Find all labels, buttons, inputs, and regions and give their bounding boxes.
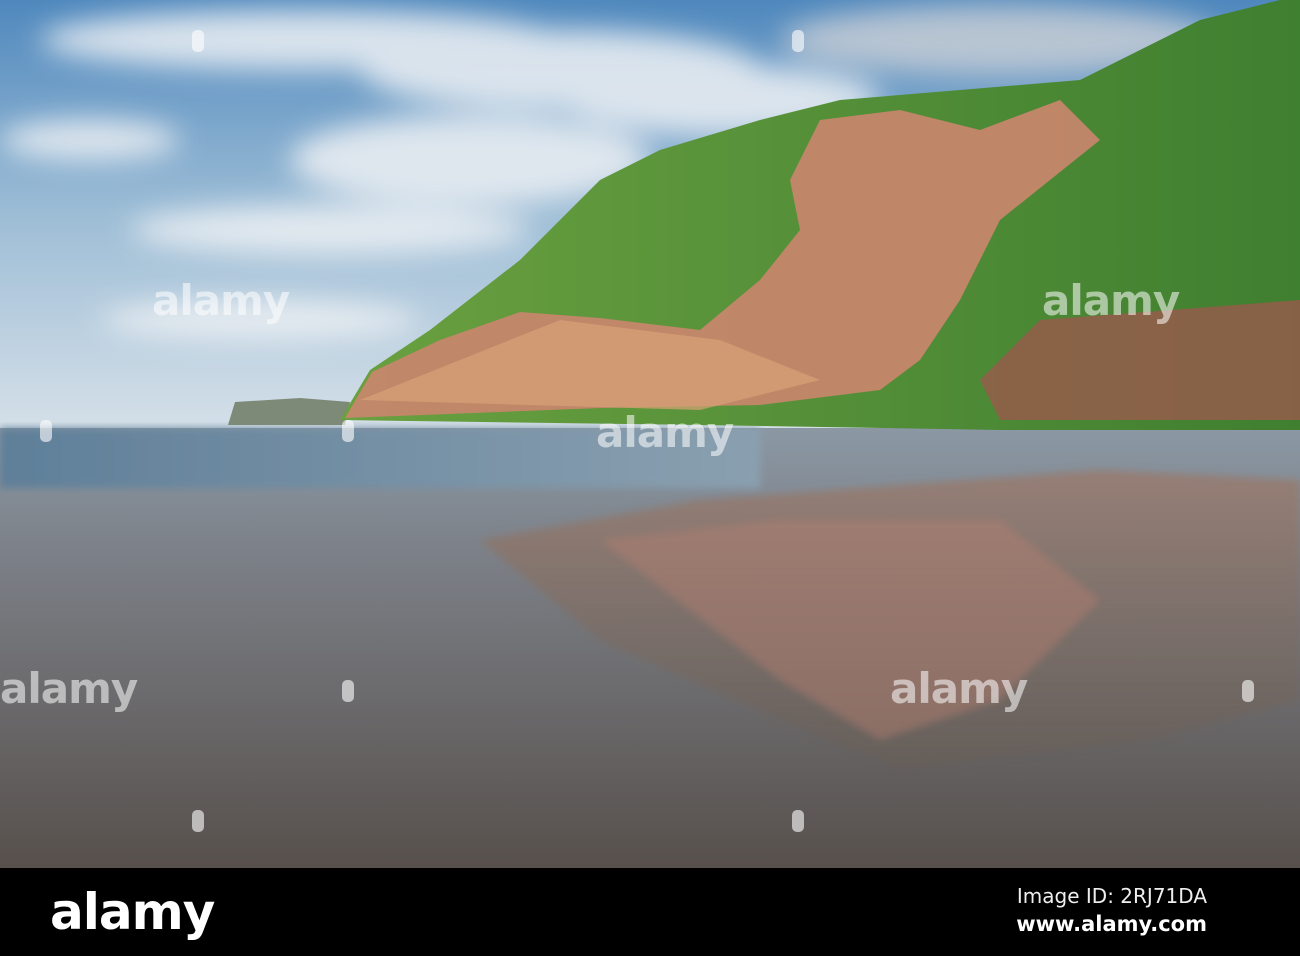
watermark-logo: alamy	[0, 664, 138, 713]
watermark-mark	[792, 810, 804, 832]
image-id: Image ID: 2RJ71DA	[1016, 884, 1207, 908]
distant-headland	[228, 398, 350, 425]
watermark-logo: alamy	[596, 408, 734, 457]
alamy-logo: alamy	[50, 883, 215, 941]
watermark-mark	[342, 680, 354, 702]
watermark-mark	[342, 420, 354, 442]
watermark-logo: alamy	[1042, 276, 1180, 325]
watermark-mark	[192, 30, 204, 52]
watermark-logo: alamy	[890, 664, 1028, 713]
watermark-mark	[192, 810, 204, 832]
footer-bar: alamy Image ID: 2RJ71DA www.alamy.com	[0, 868, 1300, 956]
coastal-photo: alamy alamy alamy alamy alamy	[0, 0, 1300, 868]
watermark-mark	[40, 420, 52, 442]
watermark-mark	[1242, 680, 1254, 702]
watermark-logo: alamy	[152, 276, 290, 325]
site-url: www.alamy.com	[1016, 912, 1207, 936]
watermark-mark	[792, 30, 804, 52]
